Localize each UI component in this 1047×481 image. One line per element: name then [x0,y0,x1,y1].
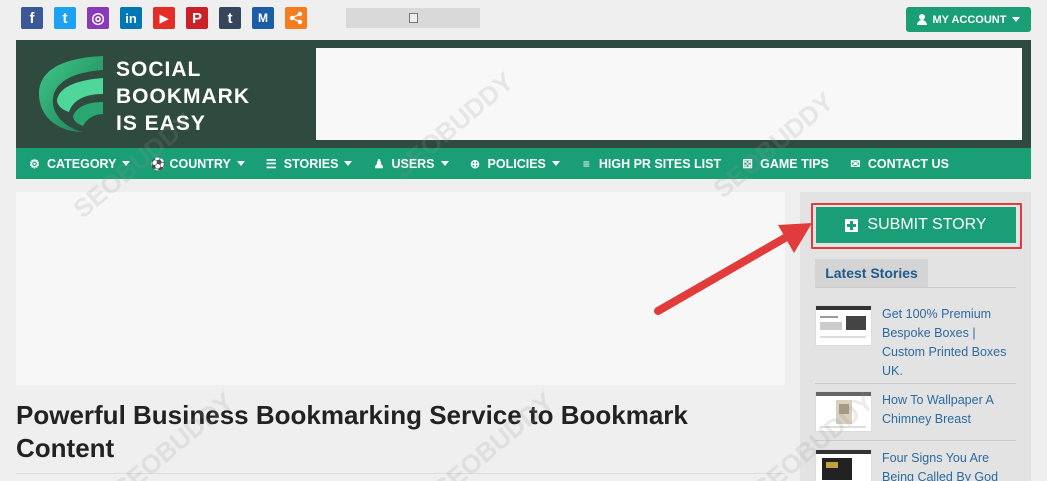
page-title: Powerful Business Bookmarking Service to… [16,400,688,463]
annotation-arrow-icon [654,223,812,315]
nav-label: POLICIES [487,156,546,171]
main-nav: ⚙ CATEGORY ⚽ COUNTRY ☰ STORIES ♟ USERS ⊕… [16,148,1031,179]
user-icon [916,14,927,25]
logo-icon[interactable] [33,54,105,134]
medium-icon[interactable]: M [252,7,274,29]
logo-line: SOCIAL [116,58,202,81]
plus-square-icon [845,218,859,232]
submit-story-label: SUBMIT STORY [867,216,987,233]
logo-line: BOOKMARK [116,85,250,108]
divider [815,440,1016,441]
nav-label: CATEGORY [47,156,117,171]
nav-label: HIGH PR SITES LIST [598,156,722,171]
social-icons: f t ◎ in ▶ P t M [21,7,318,29]
share-icon[interactable] [285,7,307,29]
story-title[interactable]: How To Wallpaper A Chimney Breast [882,391,1017,429]
nav-label: COUNTRY [169,156,231,171]
my-account-label: MY ACCOUNT [932,13,1007,26]
top-bar: f t ◎ in ▶ P t M MY ACCOUNT [0,0,1047,38]
nav-item-stories[interactable]: ☰ STORIES [265,157,353,171]
broken-image-placeholder [346,8,480,28]
youtube-icon[interactable]: ▶ [153,7,175,29]
story-title[interactable]: Four Signs You Are Being Called By God [882,449,1017,481]
submit-story-button[interactable]: SUBMIT STORY [816,207,1016,243]
divider [815,383,1016,384]
ball-icon: ⚽ [150,156,166,171]
story-item[interactable]: How To Wallpaper A Chimney Breast [815,391,1016,433]
nav-item-contact-us[interactable]: ✉ CONTACT US [849,157,949,171]
story-thumbnail[interactable] [815,305,872,346]
nav-label: USERS [391,156,435,171]
site-header: SOCIAL BOOKMARK IS EASY [16,40,1031,148]
divider [815,287,1016,288]
linkedin-icon[interactable]: in [120,7,142,29]
nav-item-high-pr-sites[interactable]: ≡ HIGH PR SITES LIST [580,157,721,171]
chevron-down-icon [1012,17,1021,22]
chevron-down-icon [551,161,560,166]
tumblr-icon[interactable]: t [219,7,241,29]
divider [16,473,785,474]
story-item[interactable]: Get 100% Premium Bespoke Boxes | Custom … [815,305,1016,379]
nav-label: CONTACT US [867,156,949,171]
nav-item-policies[interactable]: ⊕ POLICIES [469,157,560,171]
twitter-icon[interactable]: t [54,7,76,29]
story-thumbnail[interactable] [815,391,872,432]
chevron-down-icon [236,161,245,166]
align-left-icon: ≡ [582,156,590,171]
list-icon: ☰ [265,156,277,171]
story-item[interactable]: Four Signs You Are Being Called By God [815,449,1016,481]
nav-label: STORIES [283,156,339,171]
my-account-button[interactable]: MY ACCOUNT [906,7,1031,32]
facebook-icon[interactable]: f [21,7,43,29]
chevron-down-icon [122,161,131,166]
dice-icon: ⚄ [742,156,753,171]
chevron-down-icon [440,161,449,166]
story-thumbnail[interactable] [815,449,872,481]
logo-line: IS EASY [116,112,206,135]
story-title[interactable]: Get 100% Premium Bespoke Boxes | Custom … [882,305,1017,381]
crosshair-icon: ⊕ [470,156,481,171]
latest-stories-tab[interactable]: Latest Stories [815,259,928,287]
nav-item-category[interactable]: ⚙ CATEGORY [28,156,131,171]
chevron-down-icon [344,161,353,166]
instagram-icon[interactable]: ◎ [87,7,109,29]
envelope-icon: ✉ [850,156,861,171]
nav-label: GAME TIPS [760,156,829,171]
user-icon: ♟ [373,156,385,171]
logo-text[interactable]: SOCIAL BOOKMARK IS EASY [116,56,250,137]
nav-item-users[interactable]: ♟ USERS [372,156,449,171]
nav-item-country[interactable]: ⚽ COUNTRY [150,156,245,171]
broken-image-icon [408,13,418,23]
gears-icon: ⚙ [29,156,40,171]
pinterest-icon[interactable]: P [186,7,208,29]
nav-item-game-tips[interactable]: ⚄ GAME TIPS [741,156,829,171]
header-banner [316,48,1022,140]
